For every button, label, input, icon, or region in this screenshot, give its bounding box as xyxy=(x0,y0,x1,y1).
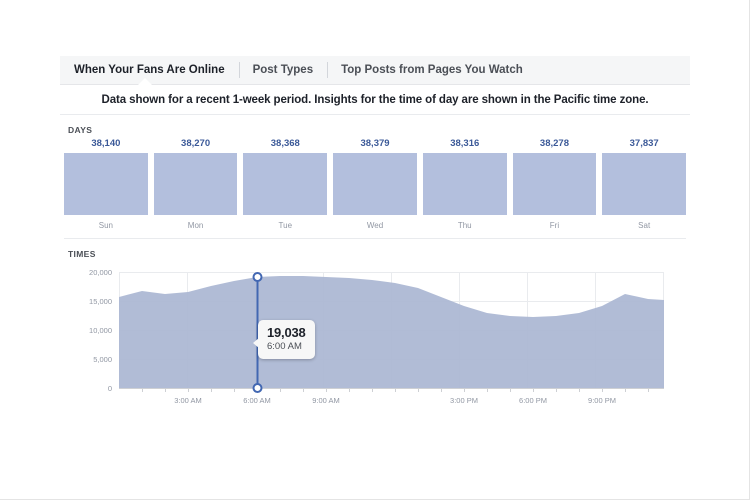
x-tick-label: 9:00 AM xyxy=(312,396,340,405)
subtitle-text: Data shown for a recent 1-week period. I… xyxy=(101,93,649,106)
tab-label: Top Posts from Pages You Watch xyxy=(341,64,523,76)
days-chart: 38,140 Sun 38,270 Mon 38,368 Tue 38,379 xyxy=(60,138,690,239)
day-value: 38,379 xyxy=(360,138,390,149)
day-label: Tue xyxy=(278,221,293,230)
x-tick-label: 3:00 PM xyxy=(450,396,478,405)
day-column-tue[interactable]: 38,368 Tue xyxy=(243,138,328,232)
day-label: Fri xyxy=(549,221,560,230)
tab-label: Post Types xyxy=(252,64,314,76)
y-tick-label: 10,000 xyxy=(89,326,112,335)
times-area-chart-svg[interactable]: 20,000 15,000 10,000 5,000 0 3:00 AM 6:0… xyxy=(64,262,686,412)
day-value: 38,140 xyxy=(91,138,121,149)
x-tick-label: 9:00 PM xyxy=(588,396,616,405)
tab-bar: When Your Fans Are Online Post Types Top… xyxy=(60,56,690,85)
day-value: 38,270 xyxy=(181,138,211,149)
day-label: Thu xyxy=(457,221,472,230)
day-column-mon[interactable]: 38,270 Mon xyxy=(153,138,238,232)
day-label: Wed xyxy=(366,221,384,230)
subtitle-bar: Data shown for a recent 1-week period. I… xyxy=(60,85,690,115)
day-bar[interactable] xyxy=(602,153,687,215)
day-column-wed[interactable]: 38,379 Wed xyxy=(333,138,417,232)
tooltip-time: 6:00 AM xyxy=(267,341,302,352)
day-column-thu[interactable]: 38,316 Thu xyxy=(422,138,507,232)
active-tab-caret-icon xyxy=(138,78,152,85)
chart-tooltip: 19,038 6:00 AM xyxy=(253,320,315,359)
day-column-fri[interactable]: 38,278 Fri xyxy=(512,138,597,232)
day-bar[interactable] xyxy=(153,153,238,215)
times-chart-plot[interactable]: 20,000 15,000 10,000 5,000 0 3:00 AM 6:0… xyxy=(64,262,686,412)
tab-post-types[interactable]: Post Types xyxy=(238,56,328,84)
day-label: Sun xyxy=(98,221,113,230)
insights-card: When Your Fans Are Online Post Types Top… xyxy=(60,56,690,418)
day-column-sun[interactable]: 38,140 Sun xyxy=(64,138,148,232)
tooltip-value: 19,038 xyxy=(267,325,306,340)
day-column-sat[interactable]: 37,837 Sat xyxy=(602,138,687,232)
tab-label: When Your Fans Are Online xyxy=(74,64,225,76)
day-bar[interactable] xyxy=(422,153,507,215)
x-tick-label: 6:00 PM xyxy=(519,396,547,405)
day-value: 37,837 xyxy=(629,138,659,149)
day-value: 38,368 xyxy=(270,138,300,149)
hover-marker-bottom[interactable] xyxy=(252,383,263,393)
day-value: 38,278 xyxy=(539,138,569,149)
y-tick-label: 15,000 xyxy=(89,297,112,306)
day-bar[interactable] xyxy=(243,153,328,215)
day-value: 38,316 xyxy=(450,138,480,149)
hover-marker-top[interactable] xyxy=(252,272,263,282)
x-tick-label: 3:00 AM xyxy=(174,396,202,405)
tab-top-posts-from-pages-you-watch[interactable]: Top Posts from Pages You Watch xyxy=(327,56,537,84)
days-section-label: DAYS xyxy=(68,125,93,135)
times-section-label: TIMES xyxy=(68,249,96,259)
y-tick-label: 5,000 xyxy=(93,355,112,364)
day-bar[interactable] xyxy=(333,153,417,215)
day-bar[interactable] xyxy=(64,153,148,215)
times-chart: 20,000 15,000 10,000 5,000 0 3:00 AM 6:0… xyxy=(60,262,690,418)
insights-page: When Your Fans Are Online Post Types Top… xyxy=(0,0,750,500)
times-area-path xyxy=(119,276,664,388)
y-tick-label: 20,000 xyxy=(89,268,112,277)
day-bar[interactable] xyxy=(512,153,597,215)
y-tick-label: 0 xyxy=(108,384,112,393)
x-tick-label: 6:00 AM xyxy=(243,396,271,405)
days-bar-row: 38,140 Sun 38,270 Mon 38,368 Tue 38,379 xyxy=(64,138,687,232)
day-label: Sat xyxy=(638,221,651,230)
day-label: Mon xyxy=(187,221,204,230)
